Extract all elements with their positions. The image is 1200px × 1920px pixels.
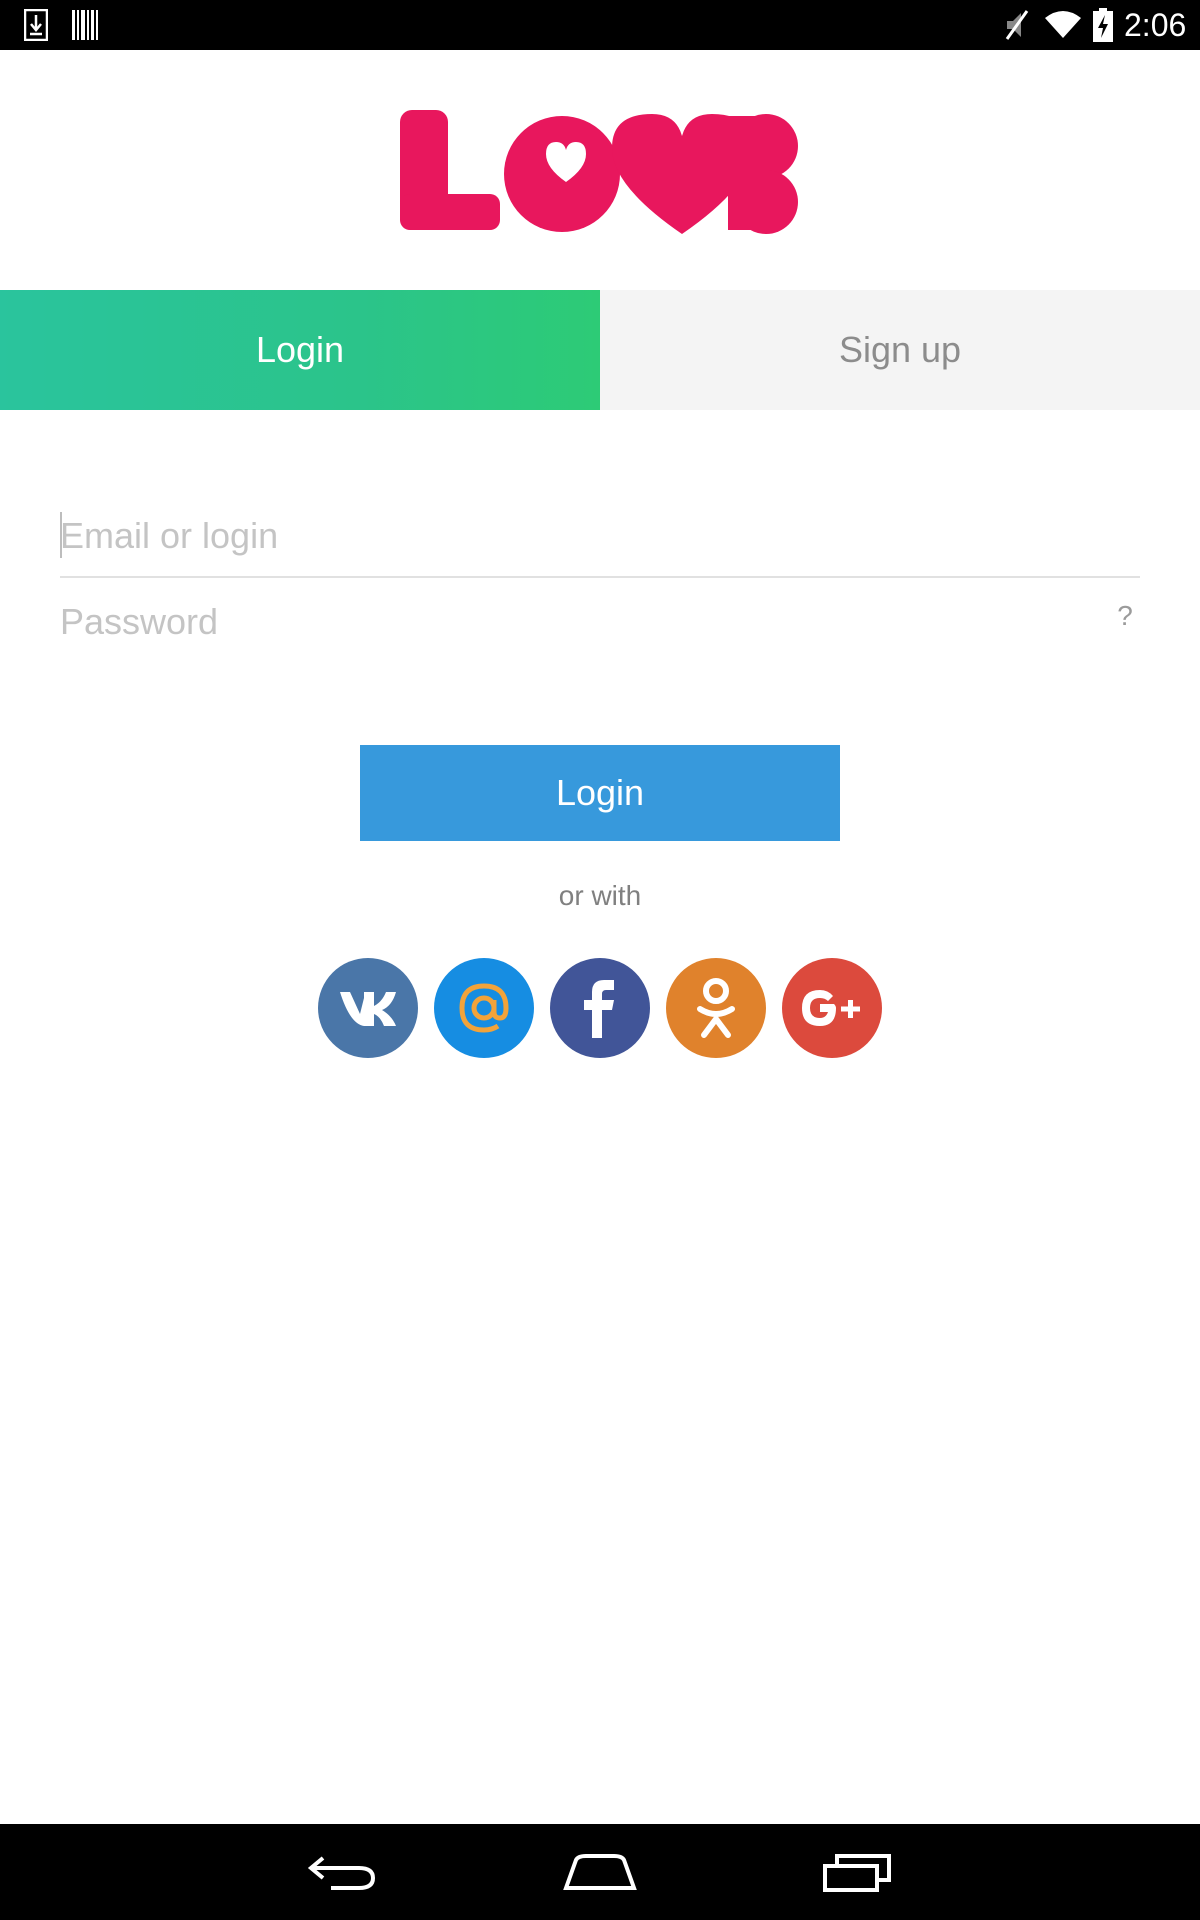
battery-charging-icon (1092, 0, 1114, 50)
facebook-icon (584, 980, 614, 1038)
download-icon (22, 0, 50, 50)
screen: 2:06 Login Sign up ? (0, 0, 1200, 1920)
back-button[interactable] (282, 1824, 402, 1920)
password-field[interactable] (60, 584, 1140, 660)
auth-tabs: Login Sign up (0, 290, 1200, 410)
odnoklassniki-login-button[interactable] (666, 958, 766, 1058)
email-field[interactable] (60, 498, 1140, 574)
email-underline (60, 576, 1140, 578)
recent-apps-icon (823, 1854, 891, 1892)
or-with-label: or with (558, 880, 642, 911)
google-plus-login-button[interactable] (782, 958, 882, 1058)
forgot-password-link[interactable]: ? (1110, 596, 1140, 636)
status-bar: 2:06 (0, 0, 1200, 50)
vk-icon (340, 992, 396, 1026)
mail-ru-icon (459, 983, 509, 1033)
mail-ru-login-button[interactable] (434, 958, 534, 1058)
barcode-icon (70, 0, 100, 50)
tab-login[interactable]: Login (0, 290, 600, 410)
facebook-login-button[interactable] (550, 958, 650, 1058)
love-logo (398, 106, 800, 236)
google-plus-icon (802, 990, 860, 1026)
login-button[interactable]: Login (360, 745, 840, 841)
vk-login-button[interactable] (318, 958, 418, 1058)
back-icon (307, 1856, 376, 1890)
clock: 2:06 (1124, 7, 1187, 43)
text-cursor (60, 512, 62, 558)
tab-sign-up[interactable]: Sign up (600, 290, 1200, 410)
recent-apps-button[interactable] (798, 1824, 918, 1920)
wifi-icon (1045, 0, 1081, 50)
mute-icon (1002, 0, 1032, 50)
navigation-bar (0, 1824, 1200, 1920)
home-icon (563, 1854, 637, 1890)
odnoklassniki-icon (697, 978, 735, 1038)
home-button[interactable] (540, 1824, 660, 1920)
